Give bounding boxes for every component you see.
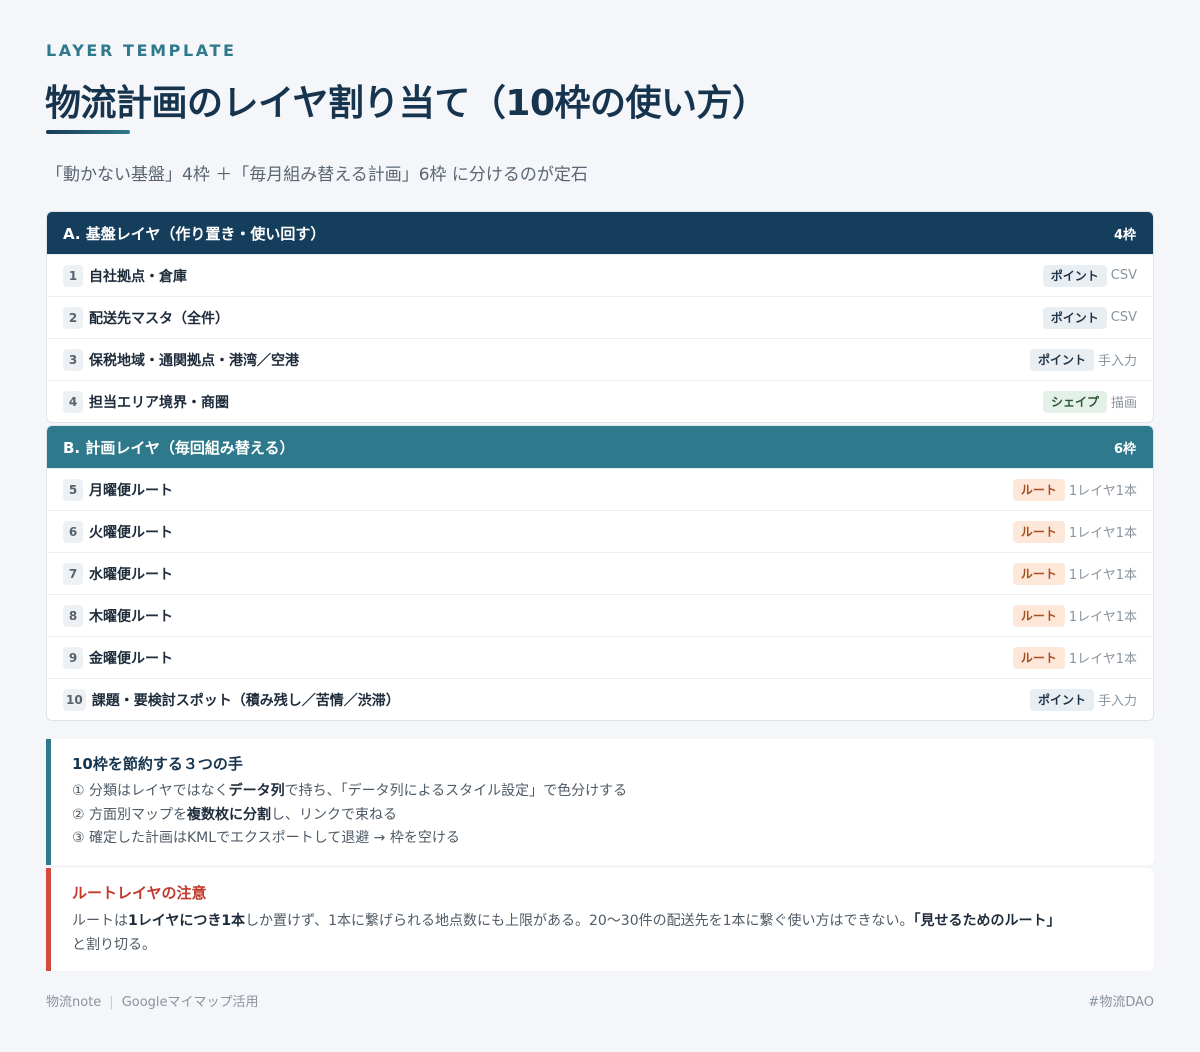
layer-type-tag: ルート (1012, 562, 1065, 585)
layer-type-tag: ルート (1012, 646, 1065, 669)
layer-number: 10 (63, 688, 86, 711)
warning-emphasis: 1レイヤにつき1本 (128, 912, 246, 929)
layer-row: 10 課題・要検討スポット（積み残し／苦情／渋滞） ポイント 手入力 (47, 678, 1153, 720)
layer-type-tag: ルート (1012, 520, 1065, 543)
layer-label: 月曜便ルート (89, 482, 173, 499)
layer-number: 5 (63, 478, 83, 501)
group-header: B. 計画レイヤ（毎回組み替える） 6枠 (47, 426, 1153, 468)
layer-table: A. 基盤レイヤ（作り置き・使い回す） 4枠 1 自社拠点・倉庫 ポイント CSV … (46, 211, 1154, 721)
tip-emphasis: データ列 (228, 783, 285, 799)
layer-source-note: CSV (1110, 268, 1137, 283)
layer-number: 1 (63, 264, 83, 287)
layer-type-tag: ポイント (1042, 306, 1107, 329)
layer-row: 3 保税地域・通関拠点・港湾／空港 ポイント 手入力 (47, 338, 1153, 380)
layer-label: 木曜便ルート (89, 608, 173, 625)
group-title: B. 計画レイヤ（毎回組み替える） (63, 438, 295, 457)
warning-card: ルートレイヤの注意 ルートは1レイヤにつき1本しか置けず、1本に繋げられる地点数… (46, 867, 1154, 971)
warning-text: ルートは1レイヤにつき1本しか置けず、1本に繋げられる地点数にも上限がある。20… (72, 909, 1132, 957)
group-count: 4枠 (1113, 227, 1136, 243)
layer-number: 7 (63, 562, 83, 585)
warning-title: ルートレイヤの注意 (72, 883, 207, 902)
group-count: 6枠 (1113, 441, 1136, 457)
layer-row: 6 火曜便ルート ルート 1レイヤ1本 (47, 510, 1153, 552)
group-header: A. 基盤レイヤ（作り置き・使い回す） 4枠 (47, 212, 1153, 254)
layer-type-tag: ルート (1012, 478, 1065, 501)
page-title: 物流計画のレイヤ割り当て（10枠の使い方） (45, 83, 768, 124)
layer-source-note: CSV (1110, 310, 1137, 325)
layer-type-tag: シェイプ (1042, 390, 1107, 413)
page: LAYER TEMPLATE 物流計画のレイヤ割り当て（10枠の使い方） 「動か… (0, 0, 1200, 1052)
layer-number: 6 (63, 520, 83, 543)
tip-text: ① 分類はレイヤではなく (72, 783, 229, 799)
tips-card: 10枠を節約する３つの手 ① 分類はレイヤではなくデータ列で持ち、「データ列によ… (46, 739, 1154, 865)
layer-row: 5 月曜便ルート ルート 1レイヤ1本 (47, 468, 1153, 510)
layer-row: 8 木曜便ルート ルート 1レイヤ1本 (47, 594, 1153, 636)
layer-row: 1 自社拠点・倉庫 ポイント CSV (47, 254, 1153, 296)
group-title: A. 基盤レイヤ（作り置き・使い回す） (63, 224, 326, 243)
tips-title: 10枠を節約する３つの手 (72, 755, 243, 773)
warning-text-part: と割り切る。 (72, 936, 156, 953)
footer-hashtag: #物流DAO (1088, 995, 1154, 1010)
layer-number: 8 (63, 604, 83, 627)
tip-line-2: ② 方面別マップを複数枚に分割し、リンクで束ねる (72, 804, 1132, 828)
layer-label: 火曜便ルート (89, 524, 173, 541)
warning-text-part: しか置けず、1本に繋げられる地点数にも上限がある。20〜30件の配送先を1本に繋… (245, 912, 914, 929)
footer-separator: | (109, 995, 114, 1010)
group-base-layers: A. 基盤レイヤ（作り置き・使い回す） 4枠 1 自社拠点・倉庫 ポイント CSV … (46, 211, 1154, 423)
layer-type-tag: ポイント (1029, 688, 1094, 711)
tip-line-3: ③ 確定した計画はKMLでエクスポートして退避 → 枠を空ける (72, 830, 460, 846)
notes-section: 10枠を節約する３つの手 ① 分類はレイヤではなくデータ列で持ち、「データ列によ… (46, 739, 1154, 971)
layer-number: 4 (63, 390, 83, 413)
layer-row: 9 金曜便ルート ルート 1レイヤ1本 (47, 636, 1153, 678)
layer-source-note: 1レイヤ1本 (1068, 610, 1137, 625)
layer-source-note: 1レイヤ1本 (1068, 568, 1137, 583)
warning-emphasis: 「見せるためのルート」 (913, 912, 1061, 929)
layer-label: 担当エリア境界・商圏 (89, 394, 229, 411)
layer-row: 4 担当エリア境界・商圏 シェイプ 描画 (47, 380, 1153, 422)
title-underline (46, 130, 130, 134)
layer-number: 3 (63, 348, 83, 371)
layer-source-note: 手入力 (1097, 694, 1137, 709)
footer: 物流note | Googleマイマップ活用 #物流DAO (46, 991, 1154, 1010)
tip-emphasis: 複数枚に分割 (187, 806, 272, 823)
layer-label: 配送先マスタ（全件） (89, 310, 229, 327)
layer-row: 7 水曜便ルート ルート 1レイヤ1本 (47, 552, 1153, 594)
layer-type-tag: ポイント (1029, 348, 1094, 371)
layer-source-note: 1レイヤ1本 (1068, 484, 1137, 499)
layer-label: 保税地域・通関拠点・港湾／空港 (89, 352, 299, 369)
page-subtitle: 「動かない基盤」4枠 ＋「毎月組み替える計画」6枠 に分けるのが定石 (46, 165, 588, 185)
footer-left: 物流note | Googleマイマップ活用 (46, 991, 259, 1010)
eyebrow-label: LAYER TEMPLATE (46, 41, 237, 60)
layer-number: 2 (63, 306, 83, 329)
layer-source-note: 1レイヤ1本 (1068, 526, 1137, 541)
tip-text: で持ち、「データ列によるスタイル設定」で色分けする (284, 783, 628, 799)
layer-type-tag: ルート (1012, 604, 1065, 627)
footer-brand: 物流note (46, 995, 102, 1010)
tip-text: し、リンクで束ねる (271, 806, 398, 823)
layer-label: 金曜便ルート (89, 650, 173, 667)
layer-source-note: 1レイヤ1本 (1068, 652, 1137, 667)
layer-label: 課題・要検討スポット（積み残し／苦情／渋滞） (91, 692, 400, 709)
layer-type-tag: ポイント (1042, 264, 1107, 287)
layer-row: 2 配送先マスタ（全件） ポイント CSV (47, 296, 1153, 338)
layer-source-note: 描画 (1110, 396, 1137, 411)
tip-line-1: ① 分類はレイヤではなくデータ列で持ち、「データ列によるスタイル設定」で色分けす… (72, 780, 1132, 804)
layer-label: 水曜便ルート (89, 566, 173, 583)
tip-text: ② 方面別マップを (72, 806, 188, 823)
layer-source-note: 手入力 (1097, 354, 1137, 369)
group-plan-layers: B. 計画レイヤ（毎回組み替える） 6枠 5 月曜便ルート ルート 1レイヤ1本 6… (46, 425, 1154, 721)
layer-number: 9 (63, 646, 83, 669)
warning-text-part: ルートは (72, 912, 128, 929)
footer-section: Googleマイマップ活用 (121, 995, 259, 1010)
layer-label: 自社拠点・倉庫 (89, 268, 187, 285)
